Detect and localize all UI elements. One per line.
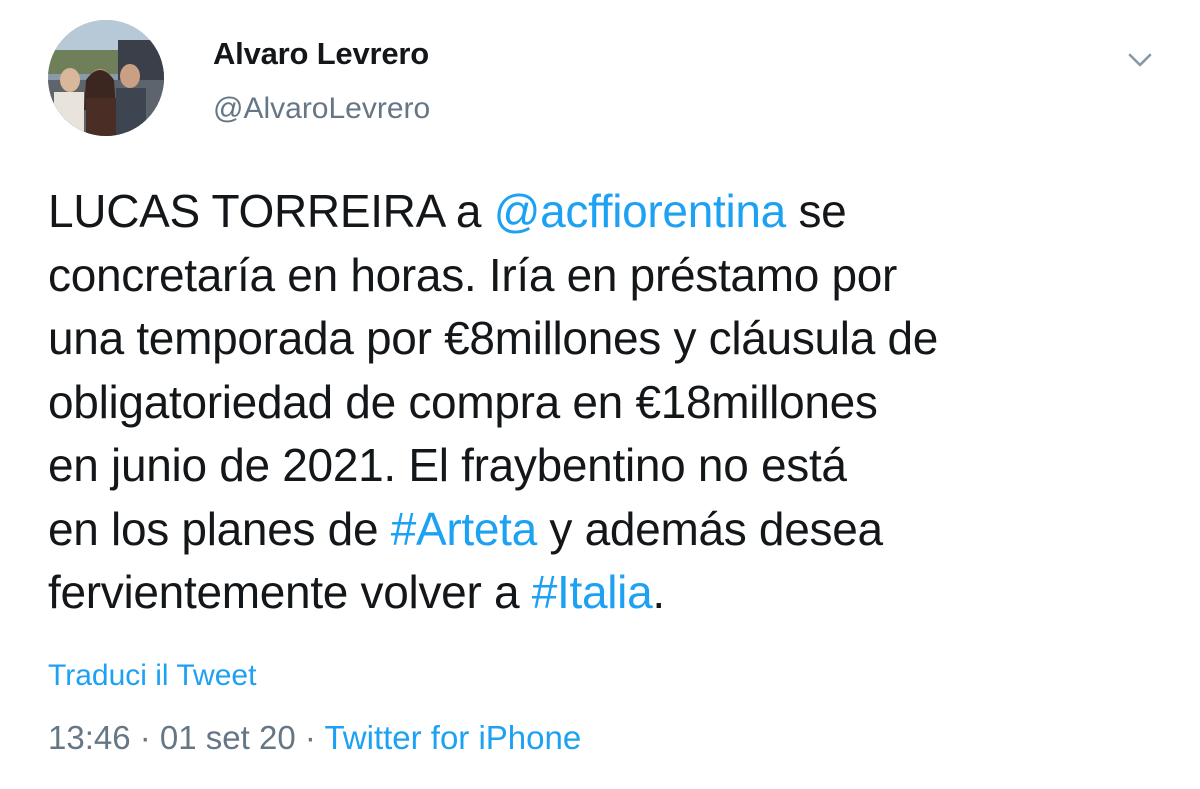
translate-tweet-link[interactable]: Traduci il Tweet (48, 659, 256, 693)
tweet-text-segment: se (785, 185, 847, 237)
tweet-date[interactable]: 01 set 20 (160, 719, 296, 756)
avatar[interactable] (48, 20, 164, 136)
tweet-text-segment: . (652, 566, 665, 618)
display-name[interactable]: Alvaro Levrero (213, 36, 429, 72)
tweet-text-line: en los planes de #Arteta y además desea (48, 498, 1158, 562)
tweet-text-segment: en junio de 2021. El fraybentino no está (48, 439, 847, 491)
tweet-text-line: LUCAS TORREIRA a @acffiorentina se (48, 180, 1158, 244)
tweet-text-segment: en los planes de (48, 502, 391, 555)
tweet-card: Alvaro Levrero @AlvaroLevrero LUCAS TORR… (0, 0, 1200, 789)
tweet-text-segment: y además desea (536, 502, 883, 555)
tweet-text-line: concretaría en horas. Iría en préstamo p… (48, 244, 1158, 308)
meta-separator: · (295, 719, 325, 756)
tweet-text-line: fervientemente volver a #Italia. (48, 561, 1158, 625)
mention-link[interactable]: @acffiorentina (494, 185, 787, 237)
tweet-text-segment: una temporada por €8millones y cláusula … (48, 312, 939, 364)
hashtag-link[interactable]: #Arteta (391, 503, 538, 555)
tweet-text-segment: fervientemente volver a (48, 566, 532, 618)
chevron-down-icon[interactable] (1124, 44, 1156, 76)
user-handle[interactable]: @AlvaroLevrero (213, 92, 430, 126)
tweet-text-line: en junio de 2021. El fraybentino no está (48, 434, 1158, 498)
tweet-text-line: obligatoriedad de compra en €18millones (48, 371, 1158, 435)
tweet-source-link[interactable]: Twitter for iPhone (324, 719, 581, 756)
tweet-text-segment: LUCAS TORREIRA a (48, 185, 494, 237)
tweet-metadata: 13:46 · 01 set 20 · Twitter for iPhone (48, 719, 581, 757)
tweet-text-segment: concretaría en horas. Iría en préstamo p… (48, 248, 898, 301)
tweet-text: LUCAS TORREIRA a @acffiorentina se concre… (48, 180, 1158, 625)
meta-separator: · (130, 719, 160, 756)
tweet-text-line: una temporada por €8millones y cláusula … (48, 307, 1158, 371)
hashtag-link[interactable]: #Italia (532, 566, 653, 618)
tweet-time[interactable]: 13:46 (48, 719, 131, 756)
avatar-photo (48, 20, 164, 136)
tweet-text-segment: obligatoriedad de compra en €18millones (48, 375, 878, 428)
